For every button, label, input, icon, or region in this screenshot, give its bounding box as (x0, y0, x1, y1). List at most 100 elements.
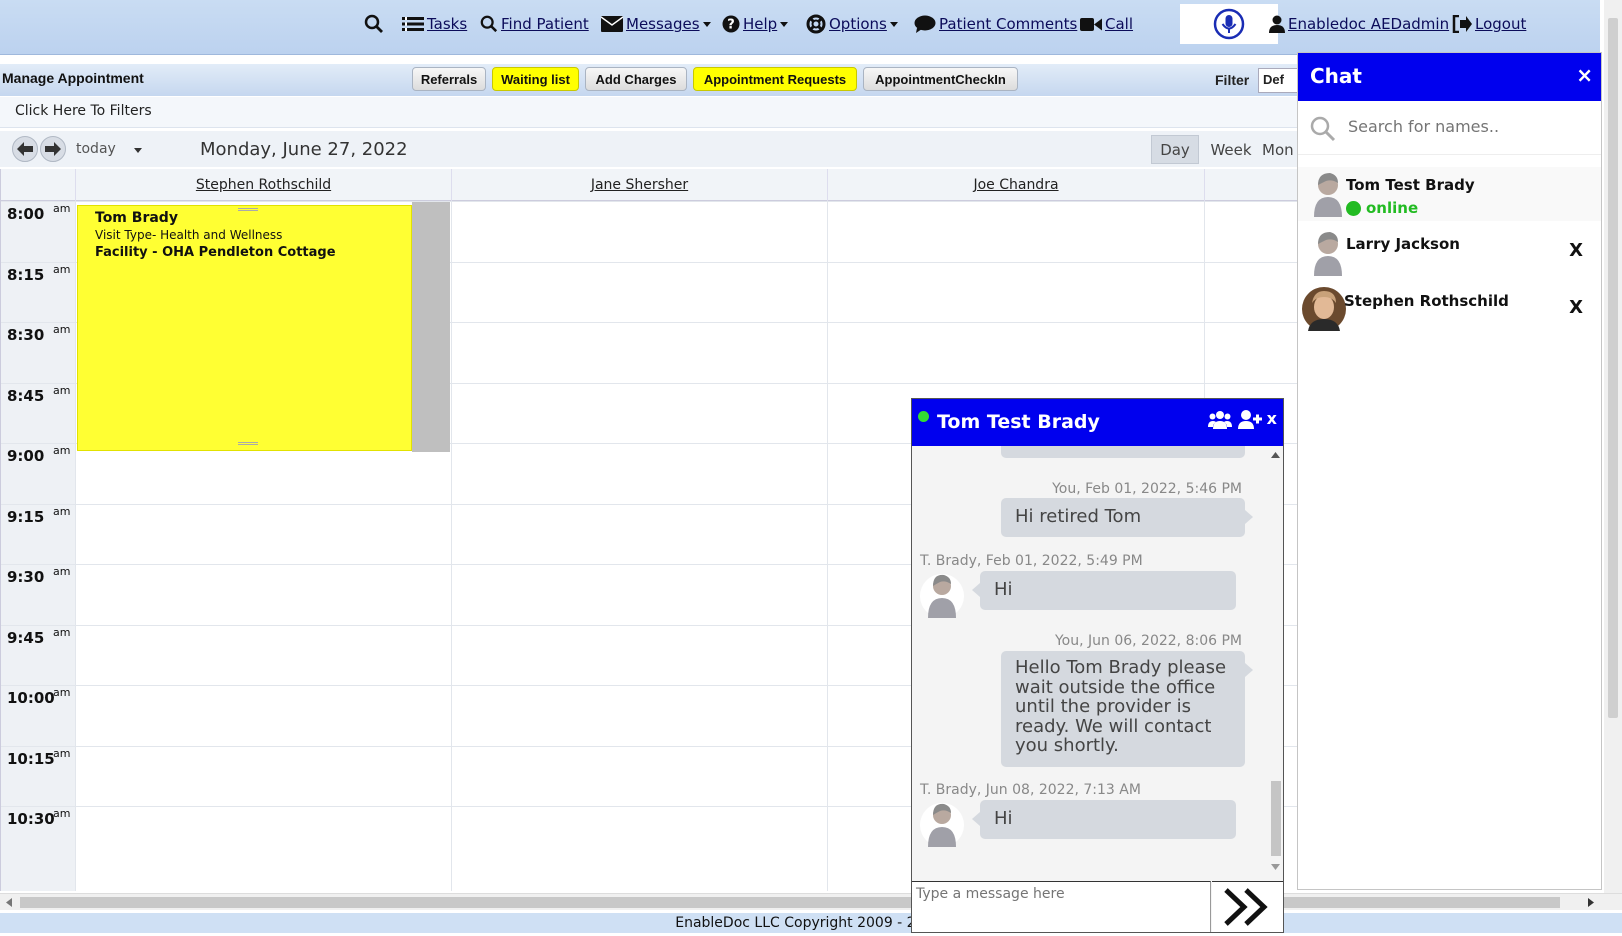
vertical-scroll-thumb[interactable] (1608, 18, 1618, 718)
resize-handle-top[interactable] (238, 208, 258, 211)
ampm-label: am (53, 625, 71, 639)
chat-close-button[interactable]: × (1576, 63, 1593, 87)
message-bubble-received: Hi (972, 800, 1236, 839)
chat-search-input[interactable] (1348, 111, 1588, 141)
scroll-up-icon[interactable] (1271, 452, 1280, 458)
search-nav-button[interactable] (364, 12, 387, 36)
microphone-icon (1213, 8, 1245, 40)
ampm-label: am (53, 746, 71, 760)
chat-panel: Chat × Tom Test Brady online Larry Jacks… (1297, 52, 1602, 890)
chat-contact-item[interactable]: Larry Jackson X (1298, 226, 1601, 280)
message-meta: You, Jun 06, 2022, 8:06 PM (1054, 633, 1242, 649)
chevron-down-icon[interactable] (133, 148, 142, 153)
call-label: Call (1105, 15, 1134, 33)
ampm-label: am (53, 383, 71, 397)
logout-nav-link[interactable]: Logout (1452, 12, 1526, 36)
patient-comments-nav-link[interactable]: Patient Comments (914, 12, 1077, 36)
online-status-dot (1346, 200, 1361, 216)
add-user-icon[interactable] (1238, 409, 1262, 429)
appointment-checkin-button[interactable]: AppointmentCheckIn (863, 67, 1018, 91)
help-icon: ? (722, 15, 740, 33)
appointment-facility: Facility - OHA Pendleton Cottage (95, 245, 336, 260)
conversation-scrollbar[interactable] (1268, 446, 1283, 878)
message-meta: You, Feb 01, 2022, 5:46 PM (1052, 481, 1242, 497)
appointment-block[interactable]: Tom Brady Visit Type- Health and Wellnes… (77, 205, 412, 451)
time-label: 10:00 (7, 689, 55, 707)
user-icon (1269, 15, 1285, 33)
call-nav-link[interactable]: Call (1080, 12, 1133, 36)
conversation-close-button[interactable]: x (1267, 409, 1277, 428)
message-text: Hi (1015, 446, 1034, 451)
provider-header[interactable]: Jane Shersher (451, 169, 827, 201)
appointment-visit-type: Visit Type- Health and Wellness (95, 228, 283, 242)
filters-toggle-row[interactable]: Click Here To Filters (0, 97, 1310, 128)
horizontal-scrollbar[interactable] (0, 893, 1622, 910)
day-view-button[interactable]: Day (1151, 135, 1199, 164)
remove-contact-button[interactable]: X (1569, 240, 1583, 261)
time-label: 9:15 (7, 507, 45, 526)
logout-label: Logout (1475, 15, 1527, 33)
footer-copyright: EnableDoc LLC Copyright 2009 - 2022. (0, 913, 1622, 933)
appointment-patient: Tom Brady (95, 210, 178, 226)
send-button[interactable] (1212, 881, 1283, 932)
provider-column-headers: Stephen Rothschild Jane Shersher Joe Cha… (1, 169, 1310, 201)
chat-header: Chat × (1298, 53, 1601, 101)
avatar (1314, 232, 1342, 276)
ampm-label: am (53, 807, 71, 820)
today-button[interactable]: today (76, 141, 142, 157)
voice-button[interactable] (1180, 4, 1278, 44)
group-icon[interactable] (1208, 409, 1232, 429)
scroll-left-icon[interactable] (6, 898, 12, 907)
filters-link[interactable]: Click Here To Filters (15, 103, 152, 119)
message-input[interactable] (912, 882, 1210, 932)
chat-contact-item[interactable]: Tom Test Brady online (1298, 167, 1601, 221)
prev-day-button[interactable] (12, 136, 38, 162)
horizontal-scroll-thumb[interactable] (20, 897, 1560, 908)
chat-contact-item[interactable]: Stephen Rothschild X (1298, 283, 1601, 337)
scroll-down-icon[interactable] (1271, 864, 1280, 870)
vertical-scrollbar[interactable] (1604, 0, 1622, 893)
tasks-nav-link[interactable]: Tasks (402, 12, 467, 36)
calendar-date-title: Monday, June 27, 2022 (200, 139, 408, 160)
contact-name: Stephen Rothschild (1344, 292, 1509, 310)
top-navbar: Tasks Find Patient Messages ? Help Optio… (0, 0, 1600, 55)
help-nav-menu[interactable]: ? Help (722, 12, 789, 36)
chevron-down-icon (889, 21, 898, 27)
resize-handle-bottom[interactable] (238, 442, 258, 445)
conversation-title: Tom Test Brady (937, 411, 1100, 433)
avatar (920, 803, 964, 847)
scroll-right-icon[interactable] (1588, 898, 1594, 907)
tasks-label: Tasks (427, 15, 468, 33)
options-nav-menu[interactable]: Options (806, 12, 898, 36)
ampm-label: am (53, 444, 71, 457)
filter-select[interactable]: Def (1258, 68, 1298, 93)
add-charges-button[interactable]: Add Charges (585, 67, 687, 91)
video-camera-icon (1080, 17, 1102, 31)
conversation-scroll-thumb[interactable] (1271, 781, 1281, 856)
svg-text:?: ? (727, 18, 735, 33)
remove-contact-button[interactable]: X (1569, 297, 1583, 318)
provider-header[interactable]: Stephen Rothschild (75, 169, 451, 201)
time-label: 10:30 (7, 810, 55, 828)
appointment-block-gutter (412, 202, 450, 452)
find-patient-nav-link[interactable]: Find Patient (480, 12, 589, 36)
week-view-button[interactable]: Week (1203, 135, 1259, 164)
appointment-requests-button[interactable]: Appointment Requests (693, 67, 857, 91)
time-label: 8:45 (7, 386, 45, 405)
provider-header[interactable]: Joe Chandra (827, 169, 1204, 201)
online-status-dot (918, 411, 929, 422)
waiting-list-button[interactable]: Waiting list (492, 67, 579, 91)
referrals-button[interactable]: Referrals (412, 67, 486, 91)
user-account-link[interactable]: Enabledoc AEDadmin (1269, 12, 1449, 36)
time-label: 10:15 (7, 749, 55, 768)
time-label: 9:00 (7, 447, 45, 465)
messages-nav-menu[interactable]: Messages (601, 12, 711, 36)
patient-comments-label: Patient Comments (939, 15, 1078, 33)
ampm-label: am (53, 504, 71, 518)
chat-conversation-window: Tom Test Brady x Hi You, Feb 01, 2022, 5… (911, 398, 1284, 933)
filter-label: Filter (1215, 72, 1250, 88)
chat-title: Chat (1310, 64, 1362, 88)
next-day-button[interactable] (40, 136, 66, 162)
envelope-icon (601, 16, 623, 32)
search-icon (364, 14, 383, 33)
